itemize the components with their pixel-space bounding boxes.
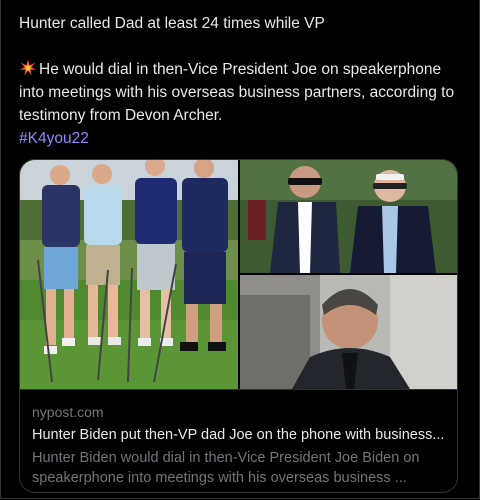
- collision-icon: [19, 59, 37, 76]
- link-headline[interactable]: Hunter Biden put then-VP dad Joe on the …: [32, 427, 447, 443]
- link-card[interactable]: nypost.com Hunter Biden put then-VP dad …: [19, 159, 458, 493]
- tweet-body: He would dial in then-Vice President Joe…: [19, 59, 455, 124]
- tweet-headline: Hunter called Dad at least 24 times whil…: [19, 15, 325, 32]
- card-media[interactable]: [20, 160, 457, 389]
- link-description: Hunter Biden would dial in then-Vice Pre…: [32, 450, 420, 486]
- hashtag-link[interactable]: #K4you22: [19, 127, 464, 150]
- golf-group-photo[interactable]: [20, 160, 238, 389]
- tweet-text: Hunter called Dad at least 24 times whil…: [19, 12, 464, 150]
- walking-photo[interactable]: [240, 160, 457, 273]
- link-preview-info[interactable]: nypost.com Hunter Biden put then-VP dad …: [20, 389, 457, 492]
- tweet-body-text: He would dial in then-Vice President Joe…: [19, 61, 455, 124]
- archer-photo[interactable]: [240, 275, 457, 389]
- link-domain: nypost.com: [32, 404, 104, 420]
